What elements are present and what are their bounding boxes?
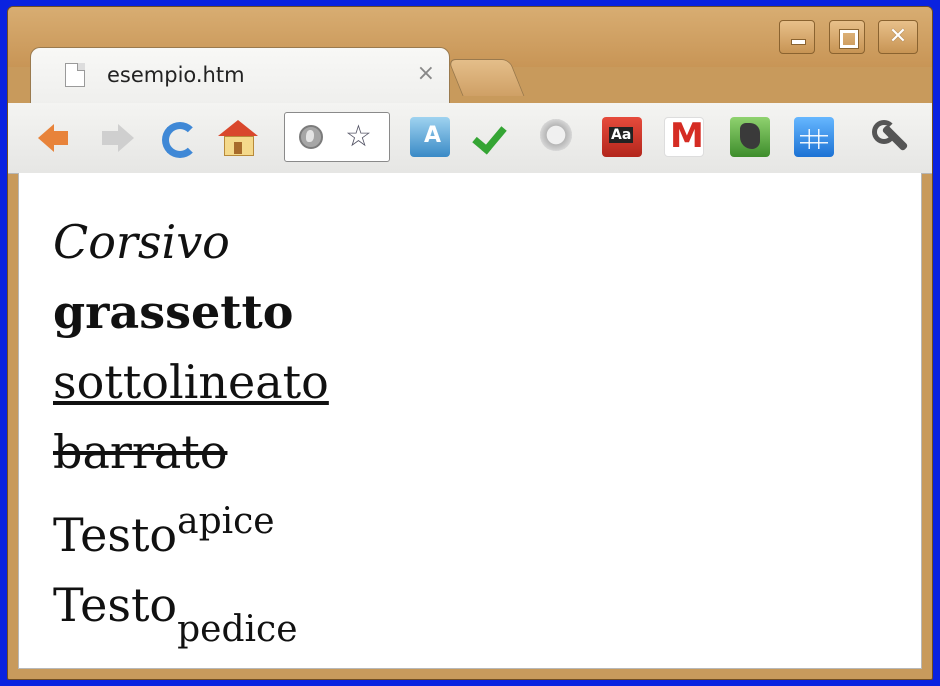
superscript-text: apice	[177, 501, 275, 542]
tab-close-icon[interactable]: ×	[417, 61, 435, 86]
evernote-icon[interactable]	[730, 117, 770, 157]
address-bar[interactable]: ☆	[284, 112, 390, 162]
reload-button[interactable]	[156, 116, 200, 160]
wrench-icon[interactable]	[870, 116, 914, 160]
bold-text: grassetto	[53, 285, 294, 339]
back-button[interactable]	[34, 116, 78, 160]
subscript-text: pedice	[177, 609, 298, 650]
globe-icon	[299, 125, 323, 149]
google-translate-icon[interactable]	[410, 117, 450, 157]
adblock-stop-icon[interactable]	[536, 117, 576, 157]
subscript-line: Testopedice	[53, 570, 329, 665]
page-content: Corsivo grassetto sottolineato barrato T…	[18, 173, 922, 669]
minimize-icon	[780, 21, 814, 53]
checkmark-icon[interactable]	[472, 117, 512, 157]
close-window-button[interactable]: ✕	[878, 20, 918, 54]
calendar-icon[interactable]	[794, 117, 834, 157]
gmail-icon[interactable]	[664, 116, 704, 157]
dictionary-icon[interactable]	[602, 117, 642, 157]
home-icon	[218, 120, 258, 136]
underlined-text: sottolineato	[53, 355, 329, 409]
home-button[interactable]	[216, 116, 260, 160]
forward-button[interactable]	[94, 116, 138, 160]
minimize-button[interactable]	[779, 20, 815, 54]
bookmark-star-icon[interactable]: ☆	[345, 119, 372, 154]
tab-inner: esempio.htm ×	[61, 61, 439, 91]
subscript-base-text: Testo	[53, 578, 178, 632]
back-arrow-icon	[38, 124, 68, 152]
home-icon-door	[234, 142, 242, 154]
superscript-line: Testoapice	[53, 487, 329, 570]
strikethrough-text: barrato	[53, 425, 228, 479]
tab-esempio[interactable]: esempio.htm ×	[30, 47, 450, 110]
close-icon: ✕	[888, 24, 908, 49]
toolbar: ☆	[8, 103, 932, 174]
superscript-base-text: Testo	[53, 508, 178, 562]
forward-arrow-icon	[102, 124, 134, 152]
italic-text: Corsivo	[53, 215, 230, 269]
maximize-button[interactable]	[829, 20, 865, 54]
tab-title: esempio.htm	[107, 63, 245, 87]
browser-window: ✕ esempio.htm × ☆ Corsivo	[7, 6, 933, 680]
reload-icon	[162, 122, 198, 158]
formatted-text-block: Corsivo grassetto sottolineato barrato T…	[53, 207, 329, 665]
maximize-icon	[830, 21, 864, 53]
page-icon	[65, 63, 85, 87]
